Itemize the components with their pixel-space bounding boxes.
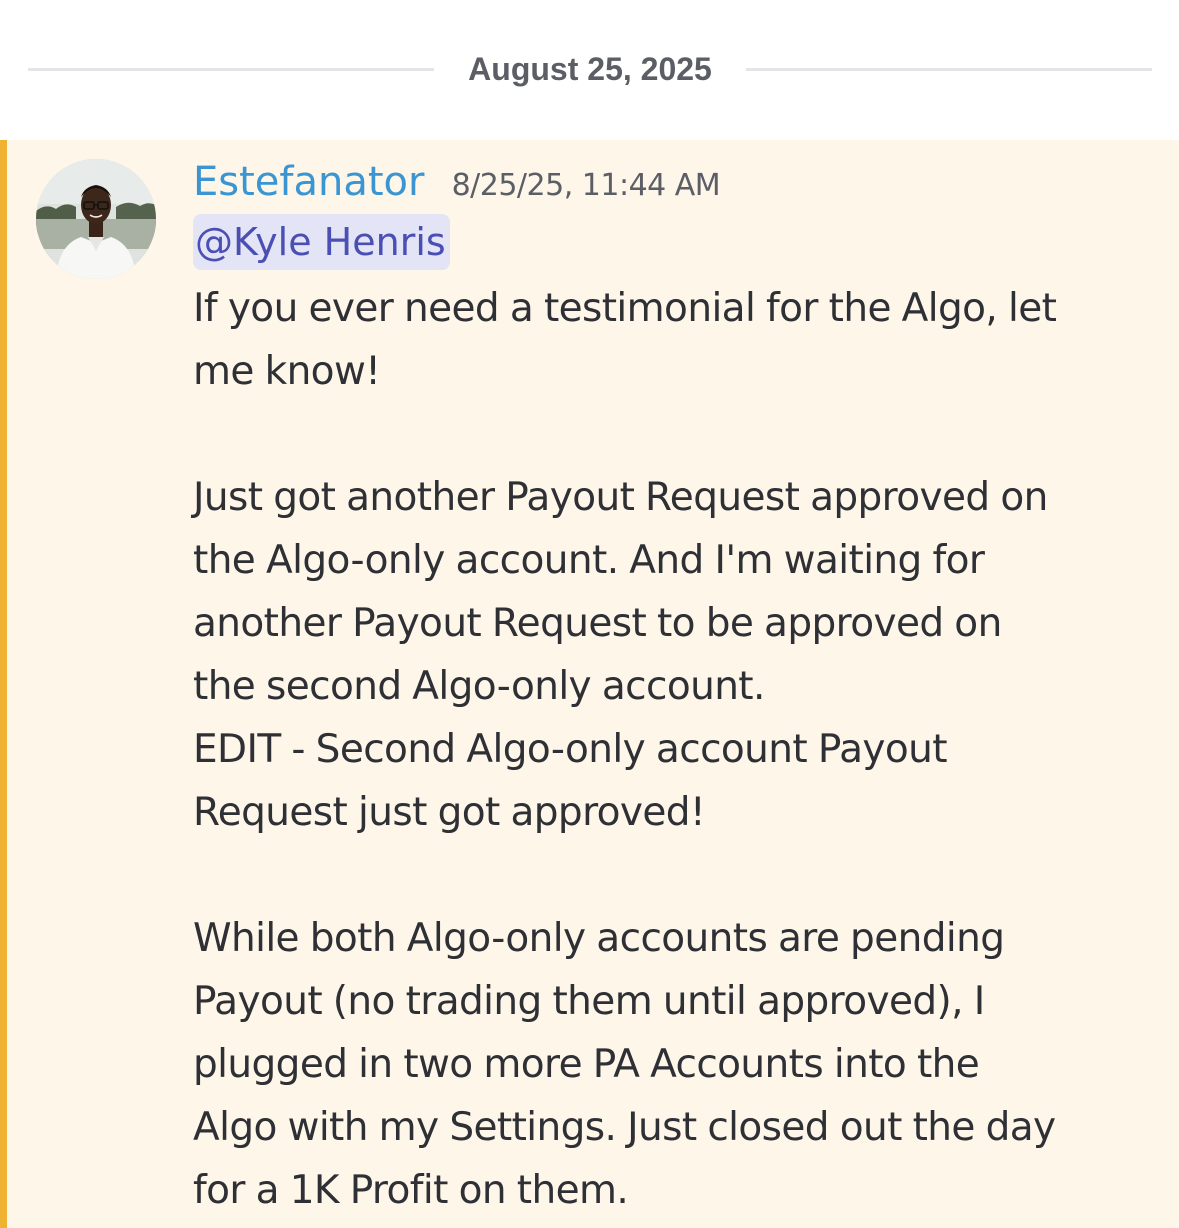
message-line: plugged in two more PA Accounts into the bbox=[193, 1042, 980, 1087]
message-header: Estefanator 8/25/25, 11:44 AM bbox=[193, 154, 721, 210]
date-divider-label: August 25, 2025 bbox=[468, 51, 712, 87]
chat-message[interactable]: Estefanator 8/25/25, 11:44 AM @Kyle Henr… bbox=[0, 140, 1179, 1228]
user-avatar[interactable] bbox=[36, 159, 156, 279]
message-line: me know! bbox=[193, 349, 381, 394]
divider-line-right bbox=[746, 68, 1152, 71]
user-avatar-photo-icon bbox=[36, 159, 156, 279]
message-author[interactable]: Estefanator bbox=[193, 154, 424, 210]
user-mention[interactable]: @Kyle Henris bbox=[193, 214, 450, 270]
date-divider: August 25, 2025 bbox=[0, 0, 1179, 140]
message-line: another Payout Request to be approved on bbox=[193, 601, 1002, 646]
message-line: the second Algo-only account. bbox=[193, 664, 765, 709]
message-line: for a 1K Profit on them. bbox=[193, 1168, 629, 1213]
divider-line-left bbox=[28, 68, 434, 71]
message-body: If you ever need a testimonial for the A… bbox=[193, 277, 1153, 1222]
message-line: EDIT - Second Algo-only account Payout bbox=[193, 727, 948, 772]
message-line: the Algo-only account. And I'm waiting f… bbox=[193, 538, 985, 583]
mention-highlight-bar bbox=[0, 140, 7, 1228]
message-line: Just got another Payout Request approved… bbox=[193, 475, 1048, 520]
message-line: Algo with my Settings. Just closed out t… bbox=[193, 1105, 1056, 1150]
message-line: Request just got approved! bbox=[193, 790, 706, 835]
message-line: If you ever need a testimonial for the A… bbox=[193, 286, 1057, 331]
message-line: While both Algo-only accounts are pendin… bbox=[193, 916, 1005, 961]
message-timestamp: 8/25/25, 11:44 AM bbox=[451, 168, 721, 203]
message-line: Payout (no trading them until approved),… bbox=[193, 979, 985, 1024]
